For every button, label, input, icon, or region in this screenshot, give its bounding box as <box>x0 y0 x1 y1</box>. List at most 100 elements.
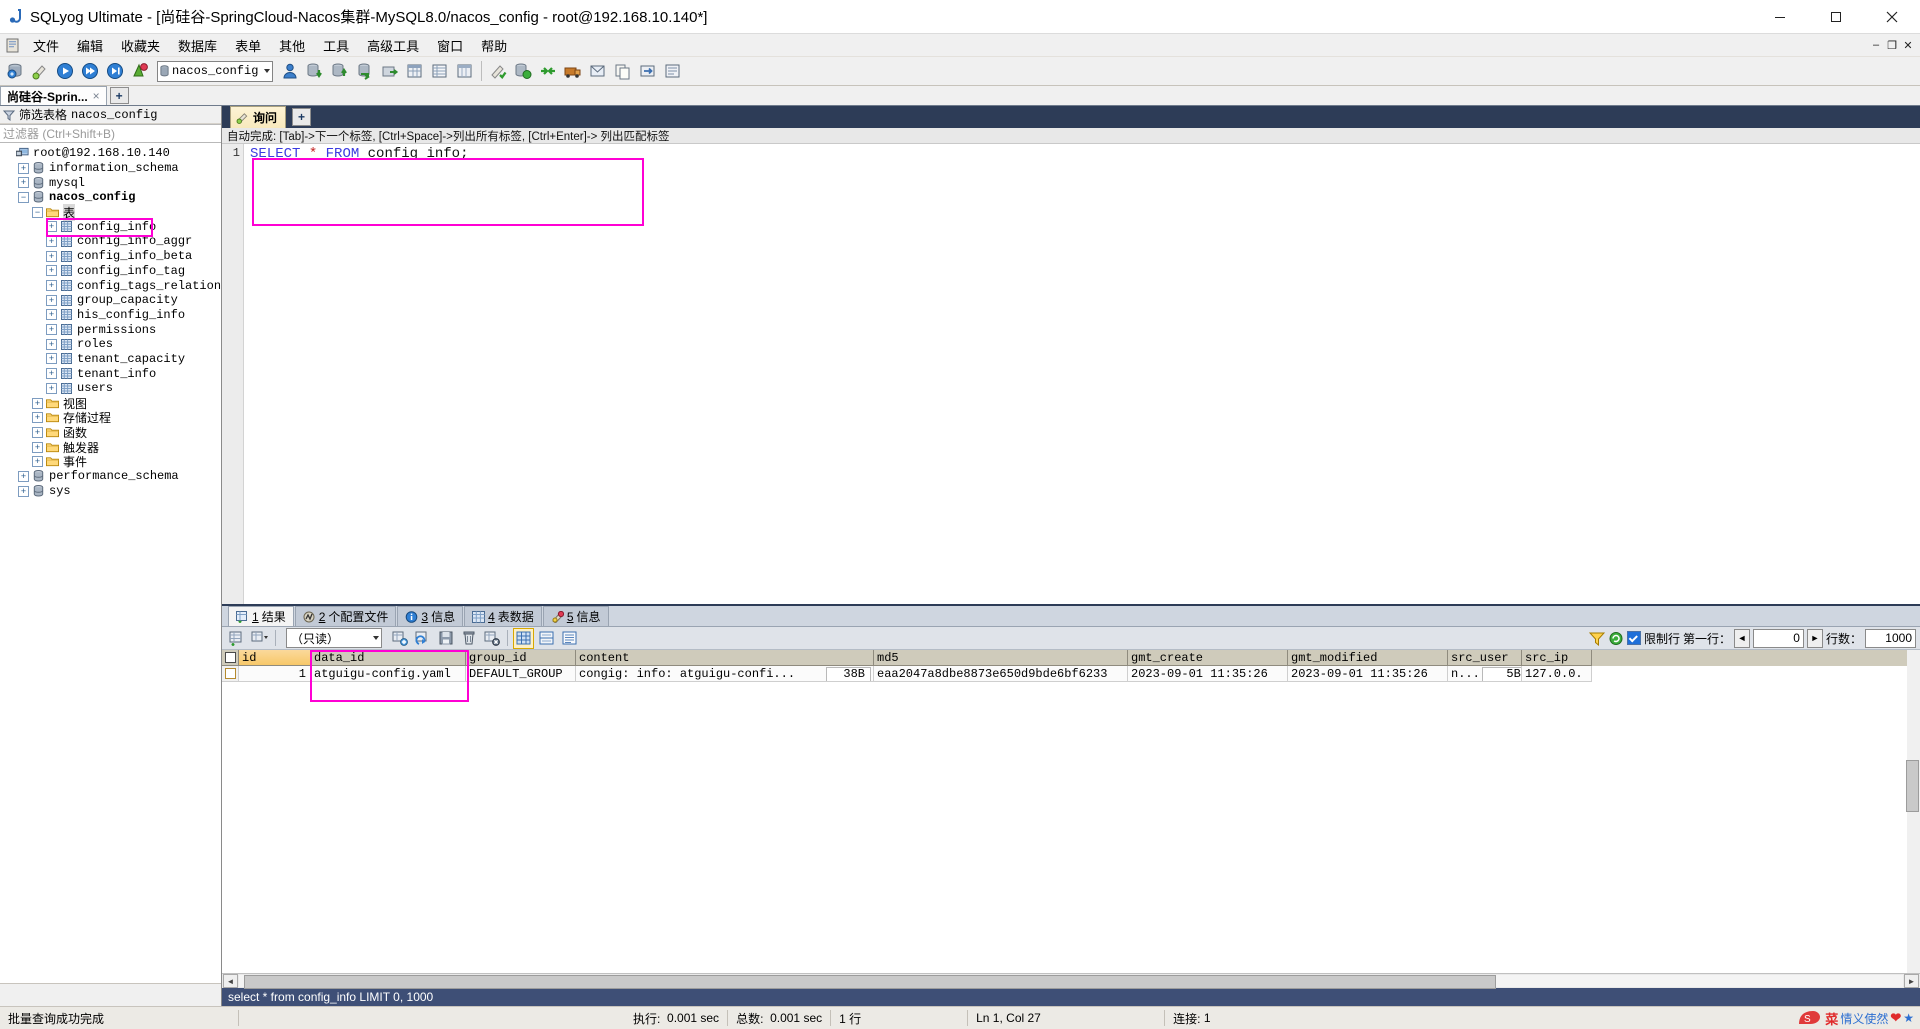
tree-node-information_schema[interactable]: + information_schema <box>0 161 221 176</box>
notifications-icon[interactable] <box>586 59 610 83</box>
export-database-icon[interactable] <box>353 59 377 83</box>
table-diagnostics-icon[interactable] <box>403 59 427 83</box>
menu-other[interactable]: 其他 <box>270 34 314 57</box>
select-all-checkbox[interactable] <box>222 650 239 666</box>
data-sync-icon[interactable] <box>536 59 560 83</box>
tree-node-group_capacity[interactable]: + group_capacity <box>0 293 221 308</box>
filter-input[interactable]: 过滤器 (Ctrl+Shift+B) <box>0 124 221 143</box>
results-grid[interactable]: id data_id group_id content md5 gmt_create gmt… <box>222 650 1920 973</box>
tree-node-mysql[interactable]: + mysql <box>0 175 221 190</box>
menu-help[interactable]: 帮助 <box>472 34 516 57</box>
expand-icon[interactable]: + <box>32 456 43 468</box>
expand-icon[interactable]: + <box>18 177 29 189</box>
result-tab-4[interactable]: 4 表数据 <box>464 606 542 626</box>
sync-database-icon[interactable] <box>511 59 535 83</box>
grid-data-row[interactable]: 1 atguigu-config.yaml DEFAULT_GROUP congig:… <box>222 666 1920 682</box>
expand-icon[interactable]: + <box>46 324 57 336</box>
mdi-minimize-button[interactable]: – <box>1868 37 1884 53</box>
result-tab-2[interactable]: 2 个配置文件 <box>294 606 397 626</box>
tree-node-his_config_info[interactable]: + his_config_info <box>0 308 221 323</box>
grid-header-md5[interactable]: md5 <box>874 650 1128 666</box>
menu-file[interactable]: 文件 <box>24 34 68 57</box>
tree-node-config_info_beta[interactable]: + config_info_beta <box>0 249 221 264</box>
tree-node-users[interactable]: + users <box>0 381 221 396</box>
expand-icon[interactable]: + <box>32 397 43 409</box>
menu-tools[interactable]: 工具 <box>314 34 358 57</box>
connection-tab[interactable]: 尚硅谷-Sprin... × <box>0 86 107 105</box>
rows-count-input[interactable]: 1000 <box>1865 628 1916 648</box>
edit-connection-icon[interactable] <box>28 59 52 83</box>
grid-header-src_user[interactable]: src_user <box>1448 650 1522 666</box>
expand-icon[interactable]: + <box>18 162 29 174</box>
hscroll-thumb[interactable] <box>244 975 1496 989</box>
tree-node--[interactable]: + 视图 <box>0 396 221 412</box>
first-row-next-button[interactable]: ► <box>1806 628 1823 648</box>
scroll-left-button[interactable]: ◄ <box>223 974 238 988</box>
user-manager-icon[interactable] <box>278 59 302 83</box>
grid-cell-src_user[interactable]: n... 5B <box>1448 666 1522 682</box>
query-builder-icon[interactable] <box>453 59 477 83</box>
tree-node-config_info_aggr[interactable]: + config_info_aggr <box>0 234 221 249</box>
text-mode-icon[interactable] <box>559 628 580 649</box>
tree-node--[interactable]: + 事件 <box>0 454 221 470</box>
grid-header-content[interactable]: content <box>576 650 874 666</box>
expand-icon[interactable]: + <box>46 250 57 262</box>
tree-node--[interactable]: + 函数 <box>0 425 221 441</box>
grid-cell-content[interactable]: congig: info: atguigu-confi... 38B <box>576 666 874 682</box>
grid-cell-group_id[interactable]: DEFAULT_GROUP <box>466 666 576 682</box>
hscroll-track[interactable] <box>239 975 1903 989</box>
cancel-changes-icon[interactable] <box>481 628 502 649</box>
grid-cell-gmt_create[interactable]: 2023-09-01 11:35:26 <box>1128 666 1288 682</box>
expand-icon[interactable]: + <box>46 294 57 306</box>
menu-database[interactable]: 数据库 <box>169 34 226 57</box>
tree-node--[interactable]: + 存储过程 <box>0 410 221 426</box>
expand-icon[interactable]: + <box>46 221 57 233</box>
limit-rows-checkbox[interactable] <box>1626 631 1641 645</box>
expand-icon[interactable]: + <box>46 368 57 380</box>
tree-node-roles[interactable]: + roles <box>0 337 221 352</box>
edit-mode-select[interactable]: （只读） <box>286 628 382 648</box>
mdi-restore-button[interactable]: ❐ <box>1884 37 1900 53</box>
grid-header-gmt_create[interactable]: gmt_create <box>1128 650 1288 666</box>
expand-icon[interactable]: + <box>32 441 43 453</box>
collapse-icon[interactable]: − <box>32 206 43 218</box>
grid-mode-icon[interactable] <box>513 627 534 649</box>
expand-icon[interactable]: + <box>46 338 57 350</box>
tree-node-sys[interactable]: + sys <box>0 484 221 499</box>
sql-dump-icon[interactable] <box>661 59 685 83</box>
refresh-data-icon[interactable] <box>412 628 433 649</box>
menu-window[interactable]: 窗口 <box>428 34 472 57</box>
import-data-icon[interactable] <box>378 59 402 83</box>
expand-icon[interactable]: + <box>46 265 57 277</box>
refresh-icon[interactable] <box>1608 631 1624 646</box>
result-tab-1[interactable]: 1 结果 <box>228 606 294 626</box>
execute-current-query-icon[interactable] <box>103 59 127 83</box>
tree-node-permissions[interactable]: + permissions <box>0 322 221 337</box>
schema-designer-icon[interactable] <box>428 59 452 83</box>
backup-database-icon[interactable] <box>303 59 327 83</box>
grid-cell-data_id[interactable]: atguigu-config.yaml <box>311 666 466 682</box>
grid-header-id[interactable]: id <box>239 650 311 666</box>
add-query-tab-button[interactable]: + <box>292 108 312 126</box>
expand-icon[interactable]: + <box>46 382 57 394</box>
tree-node-performance_schema[interactable]: + performance_schema <box>0 469 221 484</box>
menu-advanced-tools[interactable]: 高级工具 <box>358 34 428 57</box>
result-tab-5[interactable]: 5 信息 <box>542 606 609 626</box>
delete-row-icon[interactable] <box>458 628 479 649</box>
collapse-icon[interactable]: − <box>18 191 29 203</box>
grid-cell-gmt_modified[interactable]: 2023-09-01 11:35:26 <box>1288 666 1448 682</box>
grid-view-icon[interactable] <box>226 628 247 649</box>
save-changes-icon[interactable] <box>435 628 456 649</box>
grid-cell-src_ip[interactable]: 127.0.0. <box>1522 666 1592 682</box>
grid-header-src_ip[interactable]: src_ip <box>1522 650 1592 666</box>
expand-icon[interactable]: + <box>46 353 57 365</box>
connection-tab-close-icon[interactable]: × <box>93 89 100 103</box>
grid-options-icon[interactable] <box>249 628 270 649</box>
expand-icon[interactable]: + <box>18 470 29 482</box>
maximize-button[interactable] <box>1808 0 1864 33</box>
menu-table[interactable]: 表单 <box>226 34 270 57</box>
scroll-right-button[interactable]: ► <box>1904 974 1919 988</box>
insert-row-icon[interactable] <box>389 628 410 649</box>
grid-cell-md5[interactable]: eaa2047a8dbe8873e650d9bde6bf6233 <box>874 666 1128 682</box>
tree-node--[interactable]: + 触发器 <box>0 440 221 456</box>
